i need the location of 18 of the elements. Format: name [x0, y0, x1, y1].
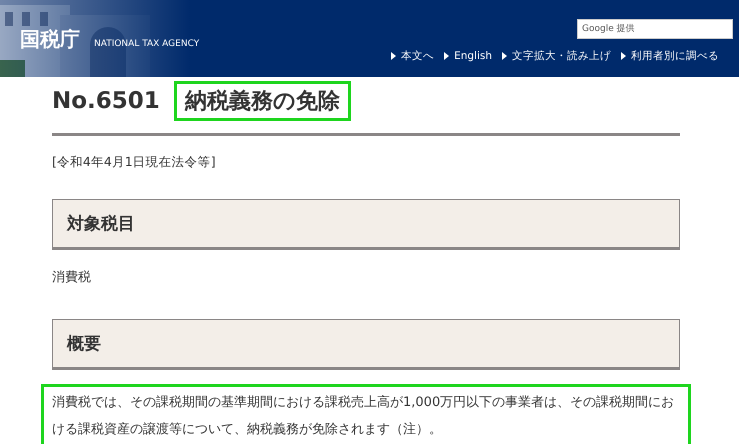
article-number: No.6501	[52, 88, 160, 114]
triangle-icon	[502, 52, 507, 60]
site-logo[interactable]: 国税庁	[20, 26, 80, 53]
site-subtitle: NATIONAL TAX AGENCY	[94, 39, 200, 49]
section-text: 消費税では、その課税期間の基準期間における課税売上高が1,000万円以下の事業者は、その課税期間における課税資産の譲渡等について、納税義務が免除されます（注）。	[41, 384, 691, 444]
nav-link[interactable]: English	[444, 49, 492, 63]
section-heading: 対象税目	[52, 199, 680, 250]
nav-link[interactable]: 利用者別に調べる	[621, 49, 719, 63]
triangle-icon	[391, 52, 396, 60]
section-heading: 概要	[52, 319, 680, 370]
triangle-icon	[444, 52, 450, 60]
date-note: [令和4年4月1日現在法令等]	[52, 154, 217, 171]
page-title: 納税義務の免除	[174, 81, 351, 121]
nav-link[interactable]: 文字拡大・読み上げ	[502, 49, 611, 63]
triangle-icon	[621, 52, 626, 60]
search-field[interactable]: Google 提供	[577, 19, 733, 39]
nav-link[interactable]: 本文へ	[391, 49, 434, 63]
section-text: 消費税	[52, 269, 92, 287]
